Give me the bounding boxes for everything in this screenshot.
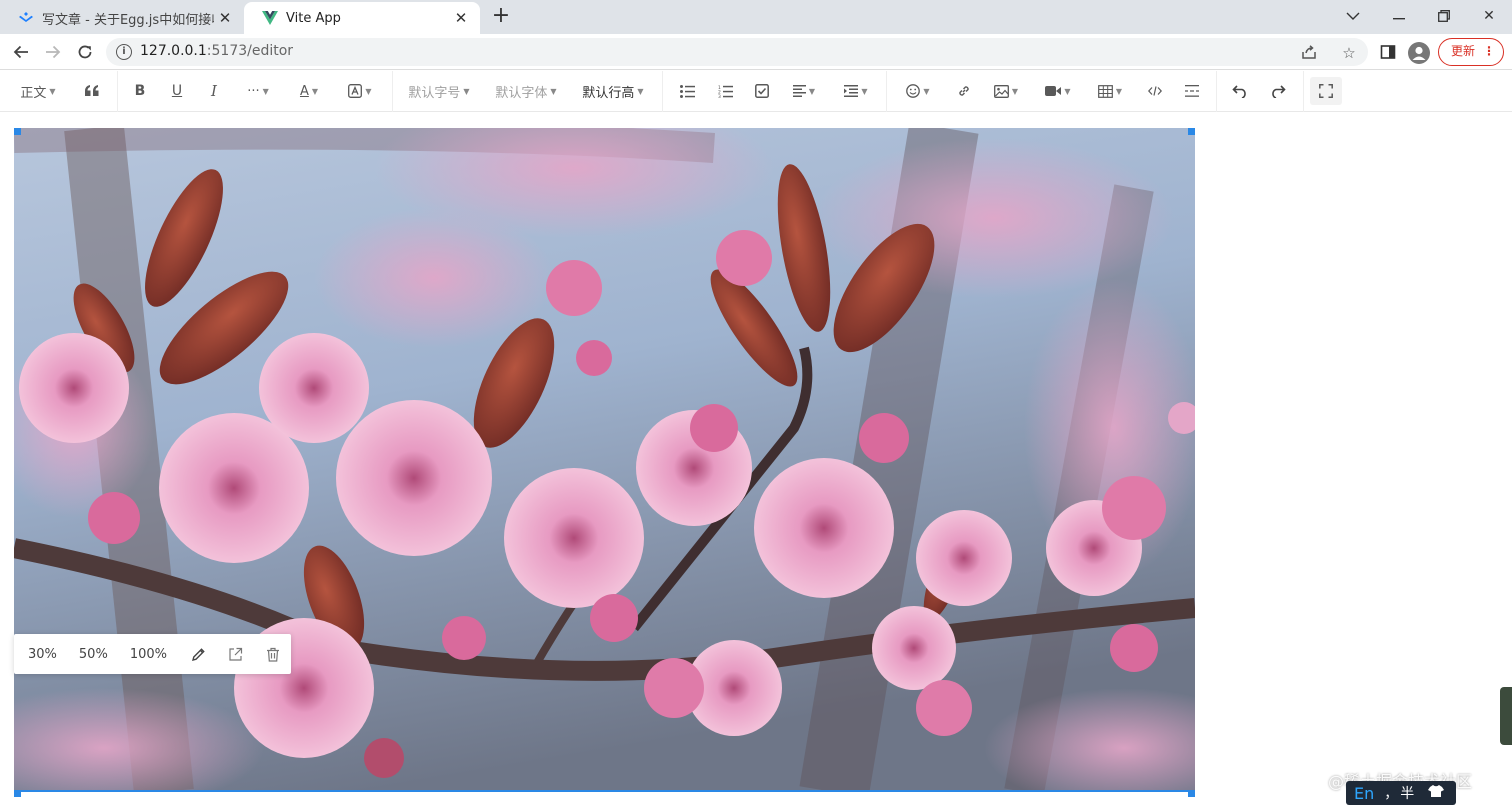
bold-icon[interactable]: B xyxy=(126,77,154,105)
background-color-icon[interactable]: ▼ xyxy=(340,77,380,105)
ime-mode: ，半 xyxy=(1384,786,1417,802)
scrollbar-thumb[interactable] xyxy=(1500,687,1512,745)
font-size-label: 默认字号 xyxy=(408,85,461,101)
resize-handle[interactable] xyxy=(1188,128,1195,135)
font-size-select[interactable]: 默认字号 ▼ xyxy=(402,77,476,105)
side-panel-icon[interactable] xyxy=(1376,40,1400,64)
url-text: 127.0.0.1:5173/editor xyxy=(140,43,293,59)
indent-icon[interactable]: ▼ xyxy=(838,77,874,105)
restore-icon[interactable] xyxy=(1431,4,1457,28)
resize-handle[interactable] xyxy=(14,790,21,797)
close-tab-icon[interactable]: ✕ xyxy=(452,9,470,27)
tab-title: Vite App xyxy=(286,10,341,26)
table-icon[interactable]: ▼ xyxy=(1092,77,1128,105)
toolbar-divider xyxy=(1303,71,1304,112)
toolbar-divider xyxy=(1216,71,1217,112)
update-button[interactable]: 更新 ⋮ xyxy=(1438,38,1504,66)
new-tab-button[interactable]: + xyxy=(490,5,512,28)
url-host: 127.0.0.1 xyxy=(140,43,207,59)
underline-icon[interactable]: U xyxy=(163,77,191,105)
update-label: 更新 xyxy=(1451,44,1476,58)
video-icon[interactable]: ▼ xyxy=(1040,77,1076,105)
minimize-icon[interactable] xyxy=(1386,4,1412,28)
back-icon[interactable] xyxy=(9,40,33,64)
more-style-icon[interactable]: ··· ▼ xyxy=(238,77,278,105)
image-size-50-button[interactable]: 50% xyxy=(79,647,108,662)
edit-pencil-icon[interactable] xyxy=(189,644,209,664)
toolbar-divider xyxy=(886,71,887,112)
todo-checkbox-icon[interactable] xyxy=(748,77,776,105)
ime-skin-icon xyxy=(1428,784,1445,802)
bookmark-star-icon[interactable]: ☆ xyxy=(1340,44,1358,62)
tab-vite-app[interactable]: Vite App ✕ xyxy=(244,2,480,34)
font-family-label: 默认字体 xyxy=(495,85,548,101)
delete-trash-icon[interactable] xyxy=(263,644,283,664)
resize-handle[interactable] xyxy=(14,128,21,135)
open-link-icon[interactable] xyxy=(226,644,246,664)
code-icon[interactable] xyxy=(1141,77,1169,105)
toolbar-divider xyxy=(662,71,663,112)
site-info-icon[interactable]: i xyxy=(116,44,132,60)
italic-icon[interactable]: I xyxy=(200,77,228,105)
toolbar-divider xyxy=(392,71,393,112)
browser-tab-strip: 写文章 - 关于Egg.js中如何接收w ✕ Vite App ✕ + ✕ xyxy=(0,0,1512,34)
bulleted-list-icon[interactable] xyxy=(673,77,701,105)
juejin-icon xyxy=(18,10,34,26)
ime-status-bar[interactable]: En ，半 xyxy=(1346,781,1456,805)
paragraph-select[interactable]: 正文 ▼ xyxy=(14,77,62,105)
link-icon[interactable] xyxy=(950,77,978,105)
tab-search-icon[interactable] xyxy=(1340,4,1366,28)
menu-dots-icon[interactable]: ⋮ xyxy=(1483,39,1495,64)
toolbar-divider xyxy=(117,71,118,112)
fullscreen-icon[interactable] xyxy=(1310,77,1342,105)
emoji-icon[interactable]: ▼ xyxy=(900,77,936,105)
resize-handle[interactable] xyxy=(1188,790,1195,797)
tab-title: 写文章 - 关于Egg.js中如何接收w xyxy=(42,12,214,28)
image-size-100-button[interactable]: 100% xyxy=(130,647,167,662)
tab-juejin[interactable]: 写文章 - 关于Egg.js中如何接收w ✕ xyxy=(0,2,244,34)
browser-navbar: i 127.0.0.1:5173/editor ☆ 更新 ⋮ xyxy=(0,34,1512,70)
forward-icon[interactable] xyxy=(41,40,65,64)
image-size-30-button[interactable]: 30% xyxy=(28,647,57,662)
undo-icon[interactable] xyxy=(1226,77,1254,105)
ime-language: En xyxy=(1354,783,1375,803)
line-height-label: 默认行高 xyxy=(582,85,635,101)
svg-text:3: 3 xyxy=(718,94,721,98)
font-family-select[interactable]: 默认字体 ▼ xyxy=(489,77,563,105)
numbered-list-icon[interactable]: 123 xyxy=(711,77,739,105)
cherry-blossom-image[interactable] xyxy=(14,128,1195,792)
paragraph-label: 正文 xyxy=(20,85,47,101)
profile-avatar[interactable] xyxy=(1408,42,1430,64)
editor-content[interactable]: 30% 50% 100% @稀土掘金技术社区 En ，半 xyxy=(0,113,1512,811)
blockquote-icon[interactable] xyxy=(78,77,106,105)
share-icon[interactable] xyxy=(1300,44,1318,62)
close-tab-icon[interactable]: ✕ xyxy=(216,9,234,27)
align-icon[interactable]: ▼ xyxy=(786,77,822,105)
reload-icon[interactable] xyxy=(73,40,97,64)
address-bar[interactable]: i 127.0.0.1:5173/editor ☆ xyxy=(106,38,1368,66)
vue-icon xyxy=(262,10,278,26)
image-hover-menu: 30% 50% 100% xyxy=(14,634,291,674)
image-icon[interactable]: ▼ xyxy=(988,77,1024,105)
editor-toolbar: 正文 ▼ B U I ··· ▼ A ▼ ▼ 默认字号 ▼ 默认字体 ▼ 默认行高 ▼ 12… xyxy=(0,71,1512,112)
close-window-icon[interactable]: ✕ xyxy=(1476,4,1502,28)
divider-line-icon[interactable] xyxy=(1178,77,1206,105)
redo-icon[interactable] xyxy=(1264,77,1292,105)
font-color-icon[interactable]: A ▼ xyxy=(289,77,329,105)
url-path: :5173/editor xyxy=(206,43,294,59)
line-height-select[interactable]: 默认行高 ▼ xyxy=(576,77,650,105)
